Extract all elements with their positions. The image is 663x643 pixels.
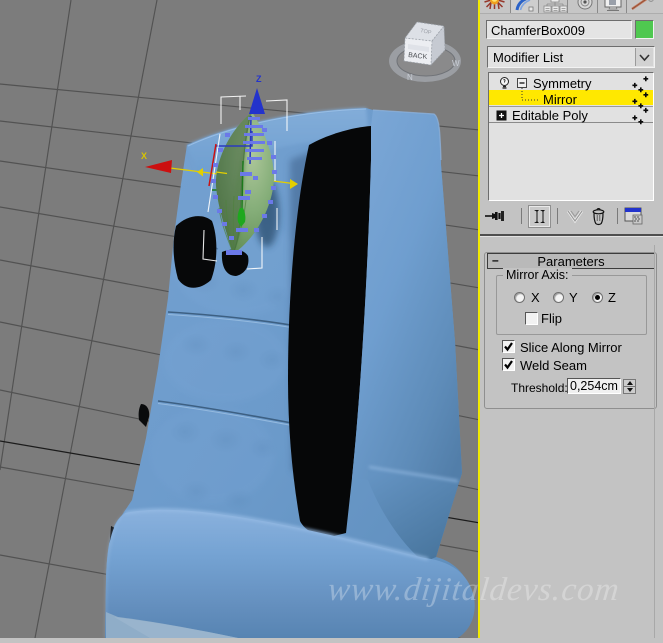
svg-text:W: W: [452, 59, 460, 68]
svg-text:N: N: [407, 73, 413, 82]
svg-text:X: X: [141, 151, 147, 161]
svg-text:Z: Z: [256, 74, 262, 84]
